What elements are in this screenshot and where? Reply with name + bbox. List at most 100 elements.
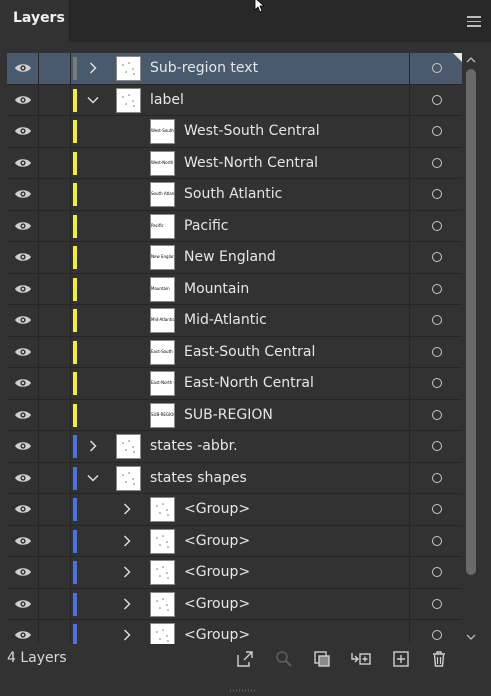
target-circle-icon[interactable] xyxy=(409,620,462,644)
layer-row[interactable]: states -abbr. xyxy=(7,431,462,463)
locate-object-icon[interactable] xyxy=(273,648,295,670)
chevron-right-icon[interactable] xyxy=(118,620,136,644)
target-circle-icon[interactable] xyxy=(409,242,462,273)
scrollbar-thumb[interactable] xyxy=(466,69,476,575)
visibility-eye-icon[interactable] xyxy=(7,242,39,273)
visibility-eye-icon[interactable] xyxy=(7,179,39,210)
chevron-right-icon[interactable] xyxy=(118,494,136,525)
scroll-up-icon[interactable] xyxy=(464,53,478,67)
target-circle-icon[interactable] xyxy=(409,494,462,525)
tab-layers[interactable]: Layers xyxy=(0,0,70,42)
target-circle-icon[interactable] xyxy=(409,305,462,336)
visibility-eye-icon[interactable] xyxy=(7,431,39,462)
lock-toggle[interactable] xyxy=(39,494,71,525)
chevron-right-icon[interactable] xyxy=(84,431,102,462)
layer-name: <Group> xyxy=(184,627,251,643)
target-circle-icon[interactable] xyxy=(409,84,462,115)
lock-toggle[interactable] xyxy=(39,557,71,588)
lock-toggle[interactable] xyxy=(39,368,71,399)
lock-toggle[interactable] xyxy=(39,336,71,367)
layer-row[interactable]: West-North Central West-North Central xyxy=(7,147,462,179)
export-icon[interactable] xyxy=(234,648,256,670)
lock-toggle[interactable] xyxy=(39,399,71,430)
make-clipping-mask-icon[interactable] xyxy=(311,648,333,670)
target-circle-icon[interactable] xyxy=(409,368,462,399)
lock-toggle[interactable] xyxy=(39,525,71,556)
target-circle-icon[interactable] xyxy=(409,210,462,241)
visibility-eye-icon[interactable] xyxy=(7,525,39,556)
lock-toggle[interactable] xyxy=(39,116,71,147)
layer-row[interactable]: states shapes xyxy=(7,462,462,494)
target-circle-icon[interactable] xyxy=(409,179,462,210)
lock-toggle[interactable] xyxy=(39,53,71,84)
current-layer-indicator xyxy=(453,53,462,62)
layer-row[interactable]: East-South Central East-South Central xyxy=(7,336,462,368)
chevron-right-icon[interactable] xyxy=(118,557,136,588)
target-circle-icon[interactable] xyxy=(409,116,462,147)
layer-row[interactable]: label xyxy=(7,84,462,116)
panel-menu-icon[interactable] xyxy=(467,16,481,28)
scrollbar[interactable] xyxy=(464,53,478,644)
visibility-eye-icon[interactable] xyxy=(7,336,39,367)
chevron-right-icon[interactable] xyxy=(118,526,136,557)
visibility-eye-icon[interactable] xyxy=(7,620,39,644)
visibility-eye-icon[interactable] xyxy=(7,494,39,525)
visibility-eye-icon[interactable] xyxy=(7,462,39,493)
lock-toggle[interactable] xyxy=(39,588,71,619)
layer-row[interactable]: Pacific Pacific xyxy=(7,210,462,242)
visibility-eye-icon[interactable] xyxy=(7,273,39,304)
lock-toggle[interactable] xyxy=(39,305,71,336)
chevron-down-icon[interactable] xyxy=(84,463,102,494)
visibility-eye-icon[interactable] xyxy=(7,147,39,178)
layer-row[interactable]: West-South Central West-South Central xyxy=(7,116,462,148)
target-circle-icon[interactable] xyxy=(409,273,462,304)
layer-row[interactable]: SUB-REGION SUB-REGION xyxy=(7,399,462,431)
target-circle-icon[interactable] xyxy=(409,588,462,619)
layer-row[interactable]: East-North Central East-North Central xyxy=(7,368,462,400)
target-circle-icon[interactable] xyxy=(409,147,462,178)
lock-toggle[interactable] xyxy=(39,242,71,273)
target-circle-icon[interactable] xyxy=(409,431,462,462)
scroll-down-icon[interactable] xyxy=(464,630,478,644)
visibility-eye-icon[interactable] xyxy=(7,210,39,241)
target-circle-icon[interactable] xyxy=(409,525,462,556)
lock-toggle[interactable] xyxy=(39,273,71,304)
layer-row[interactable]: Mid-Atlantic Mid-Atlantic xyxy=(7,305,462,337)
chevron-down-icon[interactable] xyxy=(84,85,102,116)
lock-toggle[interactable] xyxy=(39,620,71,644)
visibility-eye-icon[interactable] xyxy=(7,53,39,84)
visibility-eye-icon[interactable] xyxy=(7,305,39,336)
visibility-eye-icon[interactable] xyxy=(7,116,39,147)
visibility-eye-icon[interactable] xyxy=(7,588,39,619)
lock-toggle[interactable] xyxy=(39,431,71,462)
lock-toggle[interactable] xyxy=(39,84,71,115)
layer-color-bar xyxy=(73,57,77,80)
lock-toggle[interactable] xyxy=(39,462,71,493)
delete-icon[interactable] xyxy=(428,648,450,670)
lock-toggle[interactable] xyxy=(39,147,71,178)
target-circle-icon[interactable] xyxy=(409,399,462,430)
new-layer-icon[interactable] xyxy=(390,648,412,670)
layer-row[interactable]: <Group> xyxy=(7,525,462,557)
layer-row[interactable]: Sub-region text xyxy=(7,53,462,85)
target-circle-icon[interactable] xyxy=(409,557,462,588)
layer-row[interactable]: <Group> xyxy=(7,620,462,644)
target-circle-icon[interactable] xyxy=(409,336,462,367)
chevron-right-icon[interactable] xyxy=(118,589,136,620)
create-sublayer-icon[interactable] xyxy=(350,648,372,670)
visibility-eye-icon[interactable] xyxy=(7,399,39,430)
layer-row[interactable]: <Group> xyxy=(7,588,462,620)
layer-row[interactable]: New England New England xyxy=(7,242,462,274)
layer-row[interactable]: <Group> xyxy=(7,494,462,526)
visibility-eye-icon[interactable] xyxy=(7,368,39,399)
visibility-eye-icon[interactable] xyxy=(7,557,39,588)
chevron-right-icon[interactable] xyxy=(84,53,102,84)
layer-row[interactable]: South Atlantic South Atlantic xyxy=(7,179,462,211)
layer-row[interactable]: <Group> xyxy=(7,557,462,589)
target-circle-icon[interactable] xyxy=(409,462,462,493)
visibility-eye-icon[interactable] xyxy=(7,84,39,115)
resize-grip[interactable] xyxy=(230,677,260,692)
layer-row[interactable]: Mountain Mountain xyxy=(7,273,462,305)
lock-toggle[interactable] xyxy=(39,210,71,241)
lock-toggle[interactable] xyxy=(39,179,71,210)
